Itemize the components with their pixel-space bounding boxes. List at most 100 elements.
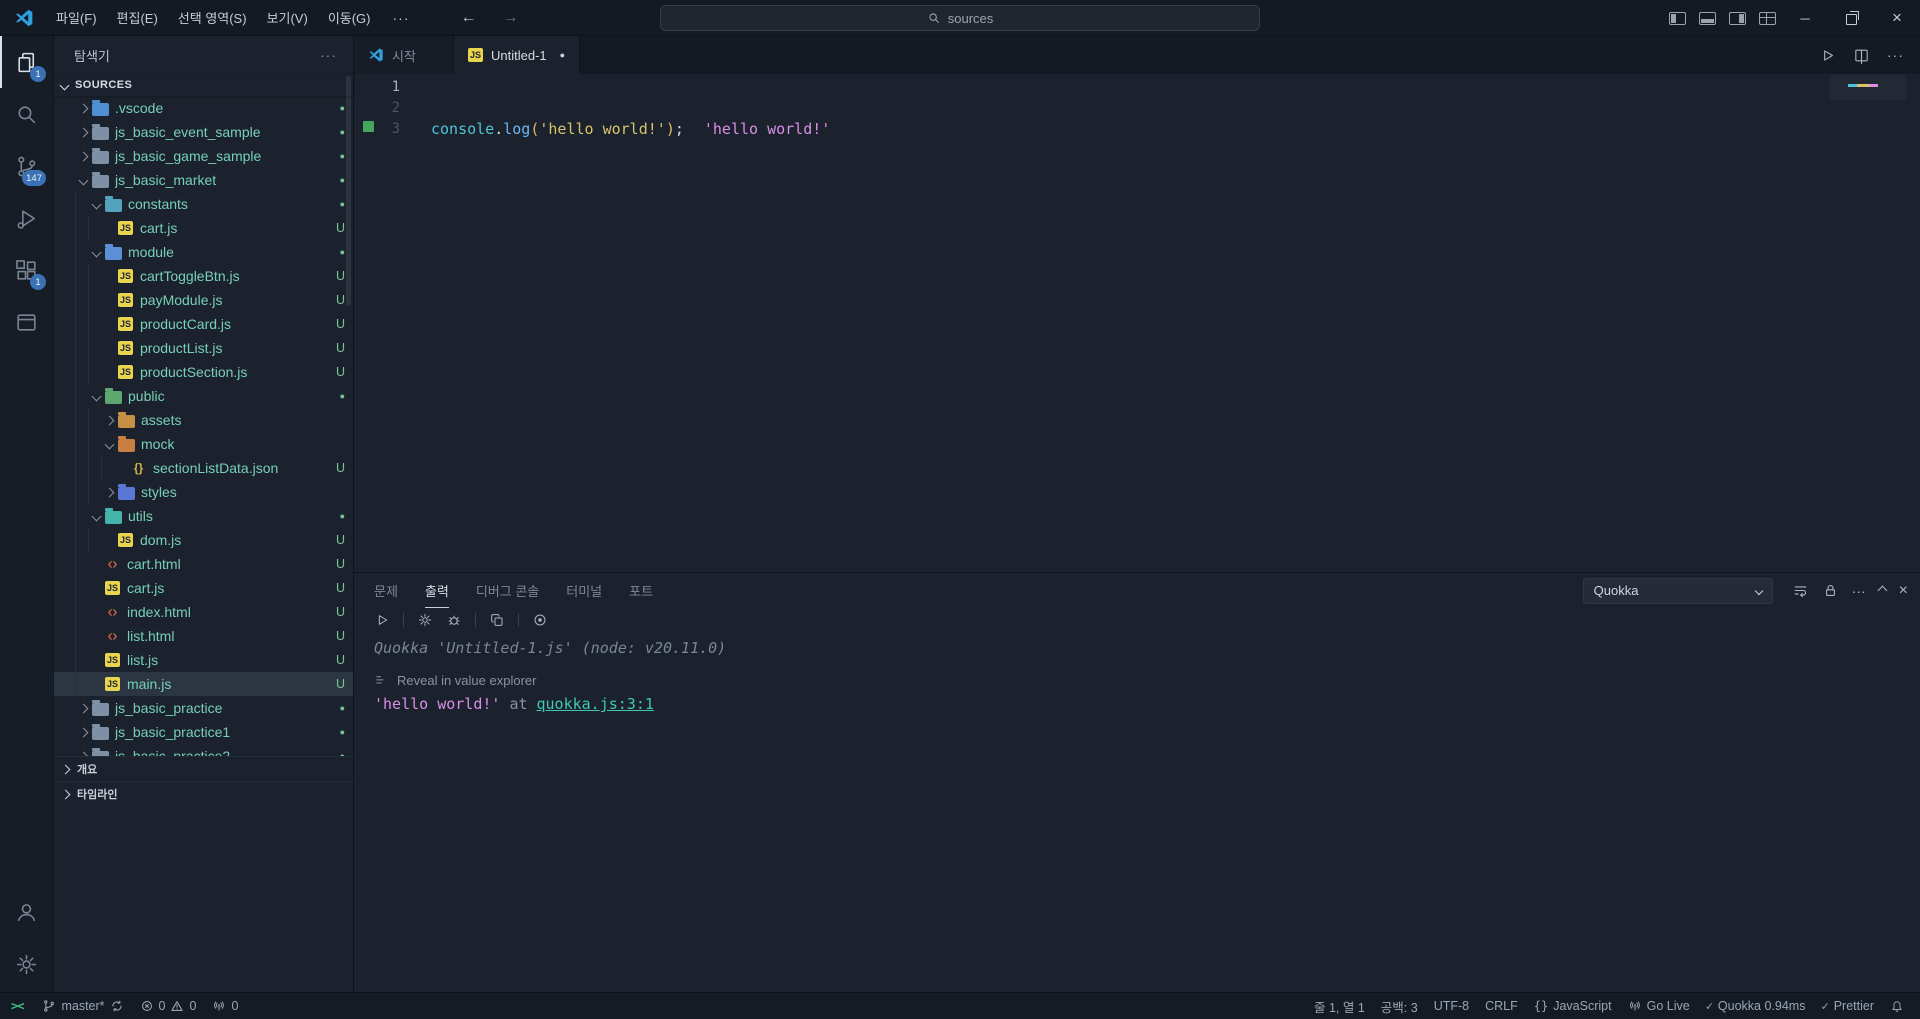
toggle-panel-icon[interactable]: [1692, 0, 1722, 36]
run-file-icon[interactable]: [1819, 47, 1836, 64]
activity-settings[interactable]: [0, 938, 53, 990]
tree-item-main.js[interactable]: JSmain.jsU: [54, 672, 353, 696]
tree-item-js_basic_event_sample[interactable]: js_basic_event_sample●: [54, 120, 353, 144]
activity-accounts[interactable]: [0, 886, 53, 938]
tree-item-productSection.js[interactable]: JSproductSection.jsU: [54, 360, 353, 384]
js-file-icon: JS: [468, 48, 483, 62]
tree-item-cart.js[interactable]: JScart.jsU: [54, 576, 353, 600]
command-center-search[interactable]: sources: [660, 5, 1260, 31]
toggle-secondary-sidebar-icon[interactable]: [1722, 0, 1752, 36]
tree-item-list.js[interactable]: JSlist.jsU: [54, 648, 353, 672]
tree-item-utils[interactable]: utils●: [54, 504, 353, 528]
tree-item-js_basic_practice1[interactable]: js_basic_practice1●: [54, 720, 353, 744]
git-branch-status[interactable]: master*: [34, 993, 131, 1019]
close-panel-icon[interactable]: ×: [1899, 582, 1908, 600]
tree-item-mock[interactable]: mock: [54, 432, 353, 456]
close-button[interactable]: ×: [1874, 0, 1920, 36]
panel-tab-0[interactable]: 문제: [374, 573, 398, 608]
status-indentation[interactable]: 공백: 3: [1373, 993, 1426, 1019]
panel-more-actions-button[interactable]: ···: [1852, 583, 1866, 599]
tree-item-constants[interactable]: constants●: [54, 192, 353, 216]
word-wrap-icon[interactable]: [1792, 582, 1809, 599]
tree-item-label: utils: [128, 508, 153, 524]
tree-item-cart.html[interactable]: cart.htmlU: [54, 552, 353, 576]
tree-item-js_basic_game_sample[interactable]: js_basic_game_sample●: [54, 144, 353, 168]
menubar-item[interactable]: 보기(V): [257, 0, 318, 35]
panel-tab-4[interactable]: 포트: [629, 573, 653, 608]
minimize-button[interactable]: ─: [1782, 0, 1828, 36]
copy-icon[interactable]: [489, 612, 505, 628]
record-icon[interactable]: [532, 612, 548, 628]
tree-item-payModule.js[interactable]: JSpayModule.jsU: [54, 288, 353, 312]
toggle-sidebar-icon[interactable]: [1662, 0, 1692, 36]
tree-item-public[interactable]: public●: [54, 384, 353, 408]
indent-guide: [75, 576, 88, 600]
panel-tab-1[interactable]: 출력: [425, 573, 449, 608]
menubar-overflow-button[interactable]: ···: [381, 10, 422, 26]
notifications-bell-icon[interactable]: [1882, 993, 1912, 1019]
activity-run-debug[interactable]: [0, 192, 53, 244]
tree-item-module[interactable]: module●: [54, 240, 353, 264]
tree-item-cartToggleBtn.js[interactable]: JScartToggleBtn.jsU: [54, 264, 353, 288]
status-cursor-position[interactable]: 줄 1, 열 1: [1306, 993, 1373, 1019]
editor-tab-1[interactable]: JSUntitled-1●: [454, 36, 580, 74]
tree-item-productList.js[interactable]: JSproductList.jsU: [54, 336, 353, 360]
sidebar-more-button[interactable]: ···: [320, 47, 337, 63]
menubar-item[interactable]: 이동(G): [318, 0, 381, 35]
remote-indicator[interactable]: ><: [0, 993, 34, 1019]
tree-item-styles[interactable]: styles: [54, 480, 353, 504]
code-editor[interactable]: 123 console.log('hello world!');'hello w…: [354, 74, 1920, 572]
status-go-live[interactable]: Go Live: [1620, 993, 1698, 1019]
menubar-item[interactable]: 파일(F): [46, 0, 107, 35]
problems-status[interactable]: 0 0: [132, 993, 205, 1019]
output-channel-select[interactable]: Quokka: [1583, 578, 1773, 604]
maximize-panel-icon[interactable]: [1879, 587, 1886, 594]
tree-item-index.html[interactable]: index.htmlU: [54, 600, 353, 624]
activity-search[interactable]: [0, 88, 53, 140]
sidebar-section-개요[interactable]: 개요: [54, 756, 353, 781]
quokka-settings-gear-icon[interactable]: [417, 612, 433, 628]
menubar-item[interactable]: 편집(E): [107, 0, 168, 35]
status-prettier[interactable]: ✓Prettier: [1813, 993, 1882, 1019]
activity-explorer[interactable]: 1: [0, 36, 53, 88]
activity-source-control[interactable]: 147: [0, 140, 53, 192]
tree-item-.vscode[interactable]: .vscode●: [54, 96, 353, 120]
panel-tab-2[interactable]: 디버그 콘솔: [476, 573, 539, 608]
tree-item-assets[interactable]: assets: [54, 408, 353, 432]
status-eol[interactable]: CRLF: [1477, 993, 1526, 1019]
ports-status[interactable]: 0: [204, 993, 246, 1019]
tree-item-js_basic_practice2[interactable]: js_basic_practice2●: [54, 744, 353, 756]
tree-item-js_basic_practice[interactable]: js_basic_practice●: [54, 696, 353, 720]
status-language-mode[interactable]: {}JavaScript: [1526, 993, 1620, 1019]
quokka-debug-bug-icon[interactable]: [446, 612, 462, 628]
activity-live-preview[interactable]: [0, 296, 53, 348]
status-encoding[interactable]: UTF-8: [1426, 993, 1477, 1019]
lock-icon[interactable]: [1822, 582, 1839, 599]
forward-arrow-button[interactable]: →: [490, 9, 532, 27]
split-editor-icon[interactable]: [1853, 47, 1870, 64]
quokka-run-icon[interactable]: [374, 612, 390, 628]
customize-layout-icon[interactable]: [1752, 0, 1782, 36]
activity-extensions[interactable]: 1: [0, 244, 53, 296]
sidebar-scrollbar[interactable]: [346, 76, 351, 306]
tree-item-js_basic_market[interactable]: js_basic_market●: [54, 168, 353, 192]
tree-item-dom.js[interactable]: JSdom.jsU: [54, 528, 353, 552]
editor-more-actions-button[interactable]: ···: [1887, 47, 1904, 63]
sidebar-section-타임라인[interactable]: 타임라인: [54, 781, 353, 806]
tree-item-sectionListData.json[interactable]: {}sectionListData.jsonU: [54, 456, 353, 480]
minimap[interactable]: [1830, 74, 1906, 100]
panel-tab-3[interactable]: 터미널: [566, 573, 602, 608]
quokka-location-link[interactable]: quokka.js:3:1: [537, 695, 654, 713]
restore-button[interactable]: [1828, 0, 1874, 36]
editor-tab-0[interactable]: 시작: [354, 36, 454, 74]
tree-item-productCard.js[interactable]: JSproductCard.jsU: [54, 312, 353, 336]
tree-item-list.html[interactable]: list.htmlU: [54, 624, 353, 648]
tree-item-cart.js[interactable]: JScart.jsU: [54, 216, 353, 240]
reveal-value-explorer-link[interactable]: Reveal in value explorer: [374, 673, 536, 688]
dirty-indicator-icon[interactable]: ●: [560, 50, 565, 60]
menubar-item[interactable]: 선택 영역(S): [168, 0, 257, 35]
indent-guide: [88, 264, 101, 288]
back-arrow-button[interactable]: ←: [448, 9, 490, 27]
status-quokka[interactable]: ✓Quokka 0.94ms: [1698, 993, 1814, 1019]
section-sources[interactable]: SOURCES: [54, 74, 353, 96]
